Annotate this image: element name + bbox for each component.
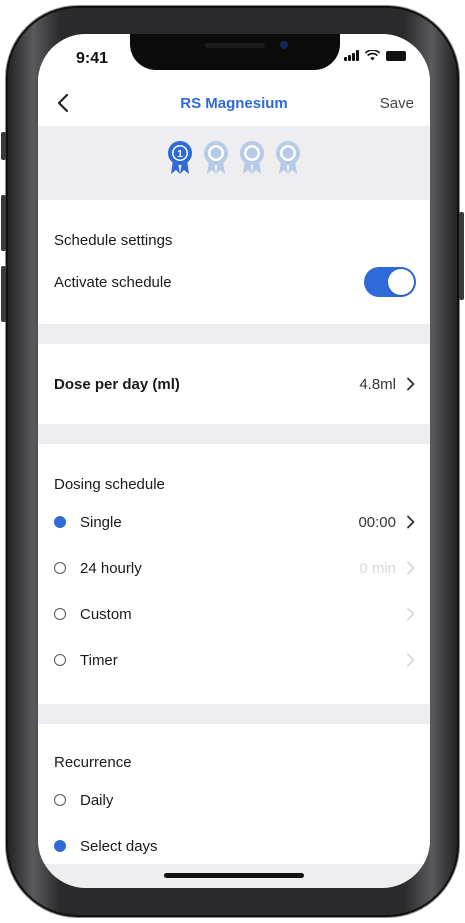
step-1-award-icon[interactable]: 1 <box>166 140 194 176</box>
volume-up-button <box>1 195 6 251</box>
chevron-right-icon <box>407 653 415 667</box>
power-button <box>459 212 464 300</box>
nav-bar: RS Magnesium Save <box>38 82 430 126</box>
dosing-option-timer[interactable]: Timer <box>38 638 430 682</box>
chevron-right-icon <box>407 377 415 391</box>
dose-per-day-label: Dose per day (ml) <box>54 375 180 393</box>
front-camera <box>280 41 288 49</box>
volume-down-button <box>1 266 6 322</box>
home-indicator[interactable] <box>164 873 304 878</box>
step-2-award-icon[interactable] <box>202 140 230 176</box>
dosing-option-label: Timer <box>80 651 118 669</box>
chevron-right-icon <box>407 561 415 575</box>
signal-icon <box>344 50 359 61</box>
status-icons <box>344 50 406 61</box>
wifi-icon <box>365 50 380 61</box>
dosing-option-single[interactable]: Single 00:00 <box>38 500 430 544</box>
speaker <box>205 43 265 48</box>
save-button[interactable]: Save <box>380 95 414 112</box>
dose-per-day-row[interactable]: Dose per day (ml) 4.8ml <box>38 362 430 406</box>
dosing-schedule-section: Dosing schedule Single 00:00 24 hourly 0… <box>38 444 430 704</box>
screen: 9:41 RS Magnesium Save 1 Schedule settin… <box>38 34 430 888</box>
radio-custom[interactable] <box>54 608 66 620</box>
recurrence-option-daily[interactable]: Daily <box>38 778 430 822</box>
schedule-settings-header: Schedule settings <box>54 232 173 249</box>
radio-daily[interactable] <box>54 794 66 806</box>
dosing-schedule-header: Dosing schedule <box>54 476 165 493</box>
step-4-award-icon[interactable] <box>274 140 302 176</box>
dosing-option-24-hourly[interactable]: 24 hourly 0 min <box>38 546 430 590</box>
dosing-option-label: Single <box>80 513 122 531</box>
recurrence-option-select-days[interactable]: Select days <box>38 824 430 868</box>
recurrence-header: Recurrence <box>54 754 132 771</box>
step-1-number: 1 <box>177 149 183 160</box>
radio-single[interactable] <box>54 516 66 528</box>
toggle-knob <box>388 269 414 295</box>
recurrence-option-label: Daily <box>80 791 114 809</box>
radio-24-hourly[interactable] <box>54 562 66 574</box>
battery-icon <box>386 50 406 61</box>
silent-switch <box>1 132 6 160</box>
radio-select-days[interactable] <box>54 840 66 852</box>
dosing-option-label: Custom <box>80 605 132 623</box>
notch <box>130 34 340 70</box>
activate-schedule-row: Activate schedule <box>38 260 430 304</box>
activate-schedule-toggle[interactable] <box>364 267 416 297</box>
page-title: RS Magnesium <box>180 95 288 112</box>
schedule-settings-section: Schedule settings Activate schedule <box>38 200 430 324</box>
dosing-option-value: 00:00 <box>358 513 396 531</box>
activate-schedule-label: Activate schedule <box>54 273 172 291</box>
chevron-right-icon <box>407 515 415 529</box>
chevron-right-icon <box>407 607 415 621</box>
dosing-option-label: 24 hourly <box>80 559 142 577</box>
recurrence-option-label: Select days <box>80 837 158 855</box>
status-time: 9:41 <box>76 50 109 67</box>
step-3-award-icon[interactable] <box>238 140 266 176</box>
radio-timer[interactable] <box>54 654 66 666</box>
dosing-option-value: 0 min <box>359 559 396 577</box>
recurrence-section: Recurrence Daily Select days <box>38 724 430 864</box>
dose-section: Dose per day (ml) 4.8ml <box>38 344 430 424</box>
step-indicator: 1 <box>38 126 430 190</box>
dose-per-day-value: 4.8ml <box>359 375 396 393</box>
dosing-option-custom[interactable]: Custom <box>38 592 430 636</box>
